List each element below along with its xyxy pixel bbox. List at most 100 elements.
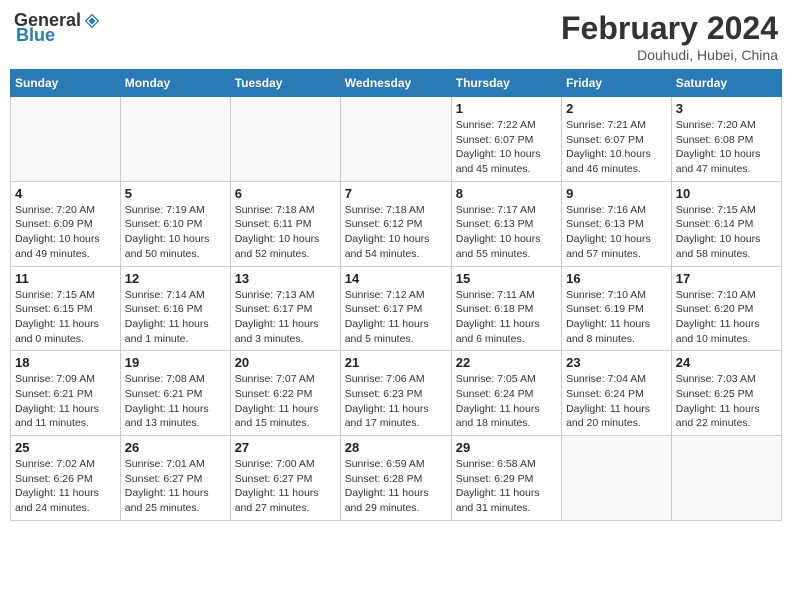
sub-title: Douhudi, Hubei, China bbox=[561, 47, 778, 63]
calendar-cell bbox=[340, 97, 451, 182]
logo-icon bbox=[83, 12, 101, 30]
calendar-cell: 19 Sunrise: 7:08 AMSunset: 6:21 PMDayligh… bbox=[120, 351, 230, 436]
calendar-cell: 1 Sunrise: 7:22 AMSunset: 6:07 PMDaylight… bbox=[451, 97, 561, 182]
cell-info: Sunrise: 7:18 AMSunset: 6:12 PMDaylight:… bbox=[345, 203, 447, 262]
cell-info: Sunrise: 7:20 AMSunset: 6:09 PMDaylight:… bbox=[15, 203, 116, 262]
title-block: February 2024 Douhudi, Hubei, China bbox=[561, 10, 778, 63]
day-number: 10 bbox=[676, 186, 777, 201]
cell-info: Sunrise: 7:05 AMSunset: 6:24 PMDaylight:… bbox=[456, 372, 557, 431]
cell-info: Sunrise: 6:59 AMSunset: 6:28 PMDaylight:… bbox=[345, 457, 447, 516]
header-day-friday: Friday bbox=[562, 70, 672, 97]
calendar-cell: 4 Sunrise: 7:20 AMSunset: 6:09 PMDaylight… bbox=[11, 181, 121, 266]
cell-info: Sunrise: 7:03 AMSunset: 6:25 PMDaylight:… bbox=[676, 372, 777, 431]
day-number: 24 bbox=[676, 355, 777, 370]
logo-blue: Blue bbox=[16, 25, 55, 46]
day-number: 3 bbox=[676, 101, 777, 116]
calendar-week-row: 11Sunrise: 7:15 AMSunset: 6:15 PMDayligh… bbox=[11, 266, 782, 351]
calendar-cell: 18 Sunrise: 7:09 AMSunset: 6:21 PMDayligh… bbox=[11, 351, 121, 436]
cell-info: Sunrise: 7:10 AMSunset: 6:19 PMDaylight:… bbox=[566, 288, 667, 347]
cell-info: Sunrise: 7:16 AMSunset: 6:13 PMDaylight:… bbox=[566, 203, 667, 262]
cell-info: Sunrise: 7:08 AMSunset: 6:21 PMDaylight:… bbox=[125, 372, 226, 431]
day-number: 1 bbox=[456, 101, 557, 116]
calendar-cell: 29 Sunrise: 6:58 AMSunset: 6:29 PMDayligh… bbox=[451, 436, 561, 521]
day-number: 11 bbox=[15, 271, 116, 286]
calendar-cell: 26 Sunrise: 7:01 AMSunset: 6:27 PMDayligh… bbox=[120, 436, 230, 521]
day-number: 16 bbox=[566, 271, 667, 286]
day-number: 22 bbox=[456, 355, 557, 370]
day-number: 2 bbox=[566, 101, 667, 116]
cell-info: Sunrise: 7:01 AMSunset: 6:27 PMDaylight:… bbox=[125, 457, 226, 516]
page-header: General Blue February 2024 Douhudi, Hube… bbox=[10, 10, 782, 63]
day-number: 18 bbox=[15, 355, 116, 370]
calendar-cell: 2 Sunrise: 7:21 AMSunset: 6:07 PMDaylight… bbox=[562, 97, 672, 182]
cell-info: Sunrise: 7:13 AMSunset: 6:17 PMDaylight:… bbox=[235, 288, 336, 347]
day-number: 26 bbox=[125, 440, 226, 455]
day-number: 29 bbox=[456, 440, 557, 455]
cell-info: Sunrise: 7:06 AMSunset: 6:23 PMDaylight:… bbox=[345, 372, 447, 431]
calendar-cell: 22 Sunrise: 7:05 AMSunset: 6:24 PMDayligh… bbox=[451, 351, 561, 436]
logo: General Blue bbox=[14, 10, 101, 46]
day-number: 27 bbox=[235, 440, 336, 455]
cell-info: Sunrise: 7:12 AMSunset: 6:17 PMDaylight:… bbox=[345, 288, 447, 347]
cell-info: Sunrise: 7:18 AMSunset: 6:11 PMDaylight:… bbox=[235, 203, 336, 262]
calendar-header-row: SundayMondayTuesdayWednesdayThursdayFrid… bbox=[11, 70, 782, 97]
day-number: 13 bbox=[235, 271, 336, 286]
calendar-cell bbox=[671, 436, 781, 521]
calendar-cell: 20 Sunrise: 7:07 AMSunset: 6:22 PMDayligh… bbox=[230, 351, 340, 436]
cell-info: Sunrise: 7:10 AMSunset: 6:20 PMDaylight:… bbox=[676, 288, 777, 347]
cell-info: Sunrise: 7:09 AMSunset: 6:21 PMDaylight:… bbox=[15, 372, 116, 431]
cell-info: Sunrise: 6:58 AMSunset: 6:29 PMDaylight:… bbox=[456, 457, 557, 516]
day-number: 21 bbox=[345, 355, 447, 370]
cell-info: Sunrise: 7:20 AMSunset: 6:08 PMDaylight:… bbox=[676, 118, 777, 177]
calendar-cell bbox=[120, 97, 230, 182]
calendar-cell: 17Sunrise: 7:10 AMSunset: 6:20 PMDayligh… bbox=[671, 266, 781, 351]
day-number: 25 bbox=[15, 440, 116, 455]
day-number: 4 bbox=[15, 186, 116, 201]
calendar-cell: 21 Sunrise: 7:06 AMSunset: 6:23 PMDayligh… bbox=[340, 351, 451, 436]
day-number: 19 bbox=[125, 355, 226, 370]
calendar-cell: 13 Sunrise: 7:13 AMSunset: 6:17 PMDayligh… bbox=[230, 266, 340, 351]
header-day-wednesday: Wednesday bbox=[340, 70, 451, 97]
day-number: 14 bbox=[345, 271, 447, 286]
calendar-cell: 14 Sunrise: 7:12 AMSunset: 6:17 PMDayligh… bbox=[340, 266, 451, 351]
day-number: 5 bbox=[125, 186, 226, 201]
cell-info: Sunrise: 7:14 AMSunset: 6:16 PMDaylight:… bbox=[125, 288, 226, 347]
header-day-thursday: Thursday bbox=[451, 70, 561, 97]
calendar-cell: 11Sunrise: 7:15 AMSunset: 6:15 PMDayligh… bbox=[11, 266, 121, 351]
calendar-cell bbox=[562, 436, 672, 521]
cell-info: Sunrise: 7:11 AMSunset: 6:18 PMDaylight:… bbox=[456, 288, 557, 347]
day-number: 15 bbox=[456, 271, 557, 286]
header-day-tuesday: Tuesday bbox=[230, 70, 340, 97]
header-day-sunday: Sunday bbox=[11, 70, 121, 97]
calendar-cell: 3 Sunrise: 7:20 AMSunset: 6:08 PMDaylight… bbox=[671, 97, 781, 182]
calendar-cell: 24 Sunrise: 7:03 AMSunset: 6:25 PMDayligh… bbox=[671, 351, 781, 436]
calendar-cell bbox=[11, 97, 121, 182]
cell-info: Sunrise: 7:21 AMSunset: 6:07 PMDaylight:… bbox=[566, 118, 667, 177]
main-title: February 2024 bbox=[561, 10, 778, 47]
calendar-cell: 12 Sunrise: 7:14 AMSunset: 6:16 PMDayligh… bbox=[120, 266, 230, 351]
cell-info: Sunrise: 7:17 AMSunset: 6:13 PMDaylight:… bbox=[456, 203, 557, 262]
cell-info: Sunrise: 7:04 AMSunset: 6:24 PMDaylight:… bbox=[566, 372, 667, 431]
header-day-saturday: Saturday bbox=[671, 70, 781, 97]
header-day-monday: Monday bbox=[120, 70, 230, 97]
calendar-cell: 16 Sunrise: 7:10 AMSunset: 6:19 PMDayligh… bbox=[562, 266, 672, 351]
calendar-cell: 8Sunrise: 7:17 AMSunset: 6:13 PMDaylight… bbox=[451, 181, 561, 266]
calendar-cell: 6 Sunrise: 7:18 AMSunset: 6:11 PMDaylight… bbox=[230, 181, 340, 266]
cell-info: Sunrise: 7:07 AMSunset: 6:22 PMDaylight:… bbox=[235, 372, 336, 431]
day-number: 7 bbox=[345, 186, 447, 201]
day-number: 6 bbox=[235, 186, 336, 201]
calendar-table: SundayMondayTuesdayWednesdayThursdayFrid… bbox=[10, 69, 782, 521]
cell-info: Sunrise: 7:22 AMSunset: 6:07 PMDaylight:… bbox=[456, 118, 557, 177]
day-number: 9 bbox=[566, 186, 667, 201]
day-number: 28 bbox=[345, 440, 447, 455]
cell-info: Sunrise: 7:19 AMSunset: 6:10 PMDaylight:… bbox=[125, 203, 226, 262]
calendar-week-row: 1 Sunrise: 7:22 AMSunset: 6:07 PMDaylight… bbox=[11, 97, 782, 182]
calendar-cell: 28 Sunrise: 6:59 AMSunset: 6:28 PMDayligh… bbox=[340, 436, 451, 521]
day-number: 20 bbox=[235, 355, 336, 370]
calendar-week-row: 25Sunrise: 7:02 AMSunset: 6:26 PMDayligh… bbox=[11, 436, 782, 521]
calendar-cell: 5 Sunrise: 7:19 AMSunset: 6:10 PMDaylight… bbox=[120, 181, 230, 266]
calendar-cell: 9 Sunrise: 7:16 AMSunset: 6:13 PMDaylight… bbox=[562, 181, 672, 266]
day-number: 12 bbox=[125, 271, 226, 286]
calendar-cell: 10Sunrise: 7:15 AMSunset: 6:14 PMDayligh… bbox=[671, 181, 781, 266]
cell-info: Sunrise: 7:00 AMSunset: 6:27 PMDaylight:… bbox=[235, 457, 336, 516]
